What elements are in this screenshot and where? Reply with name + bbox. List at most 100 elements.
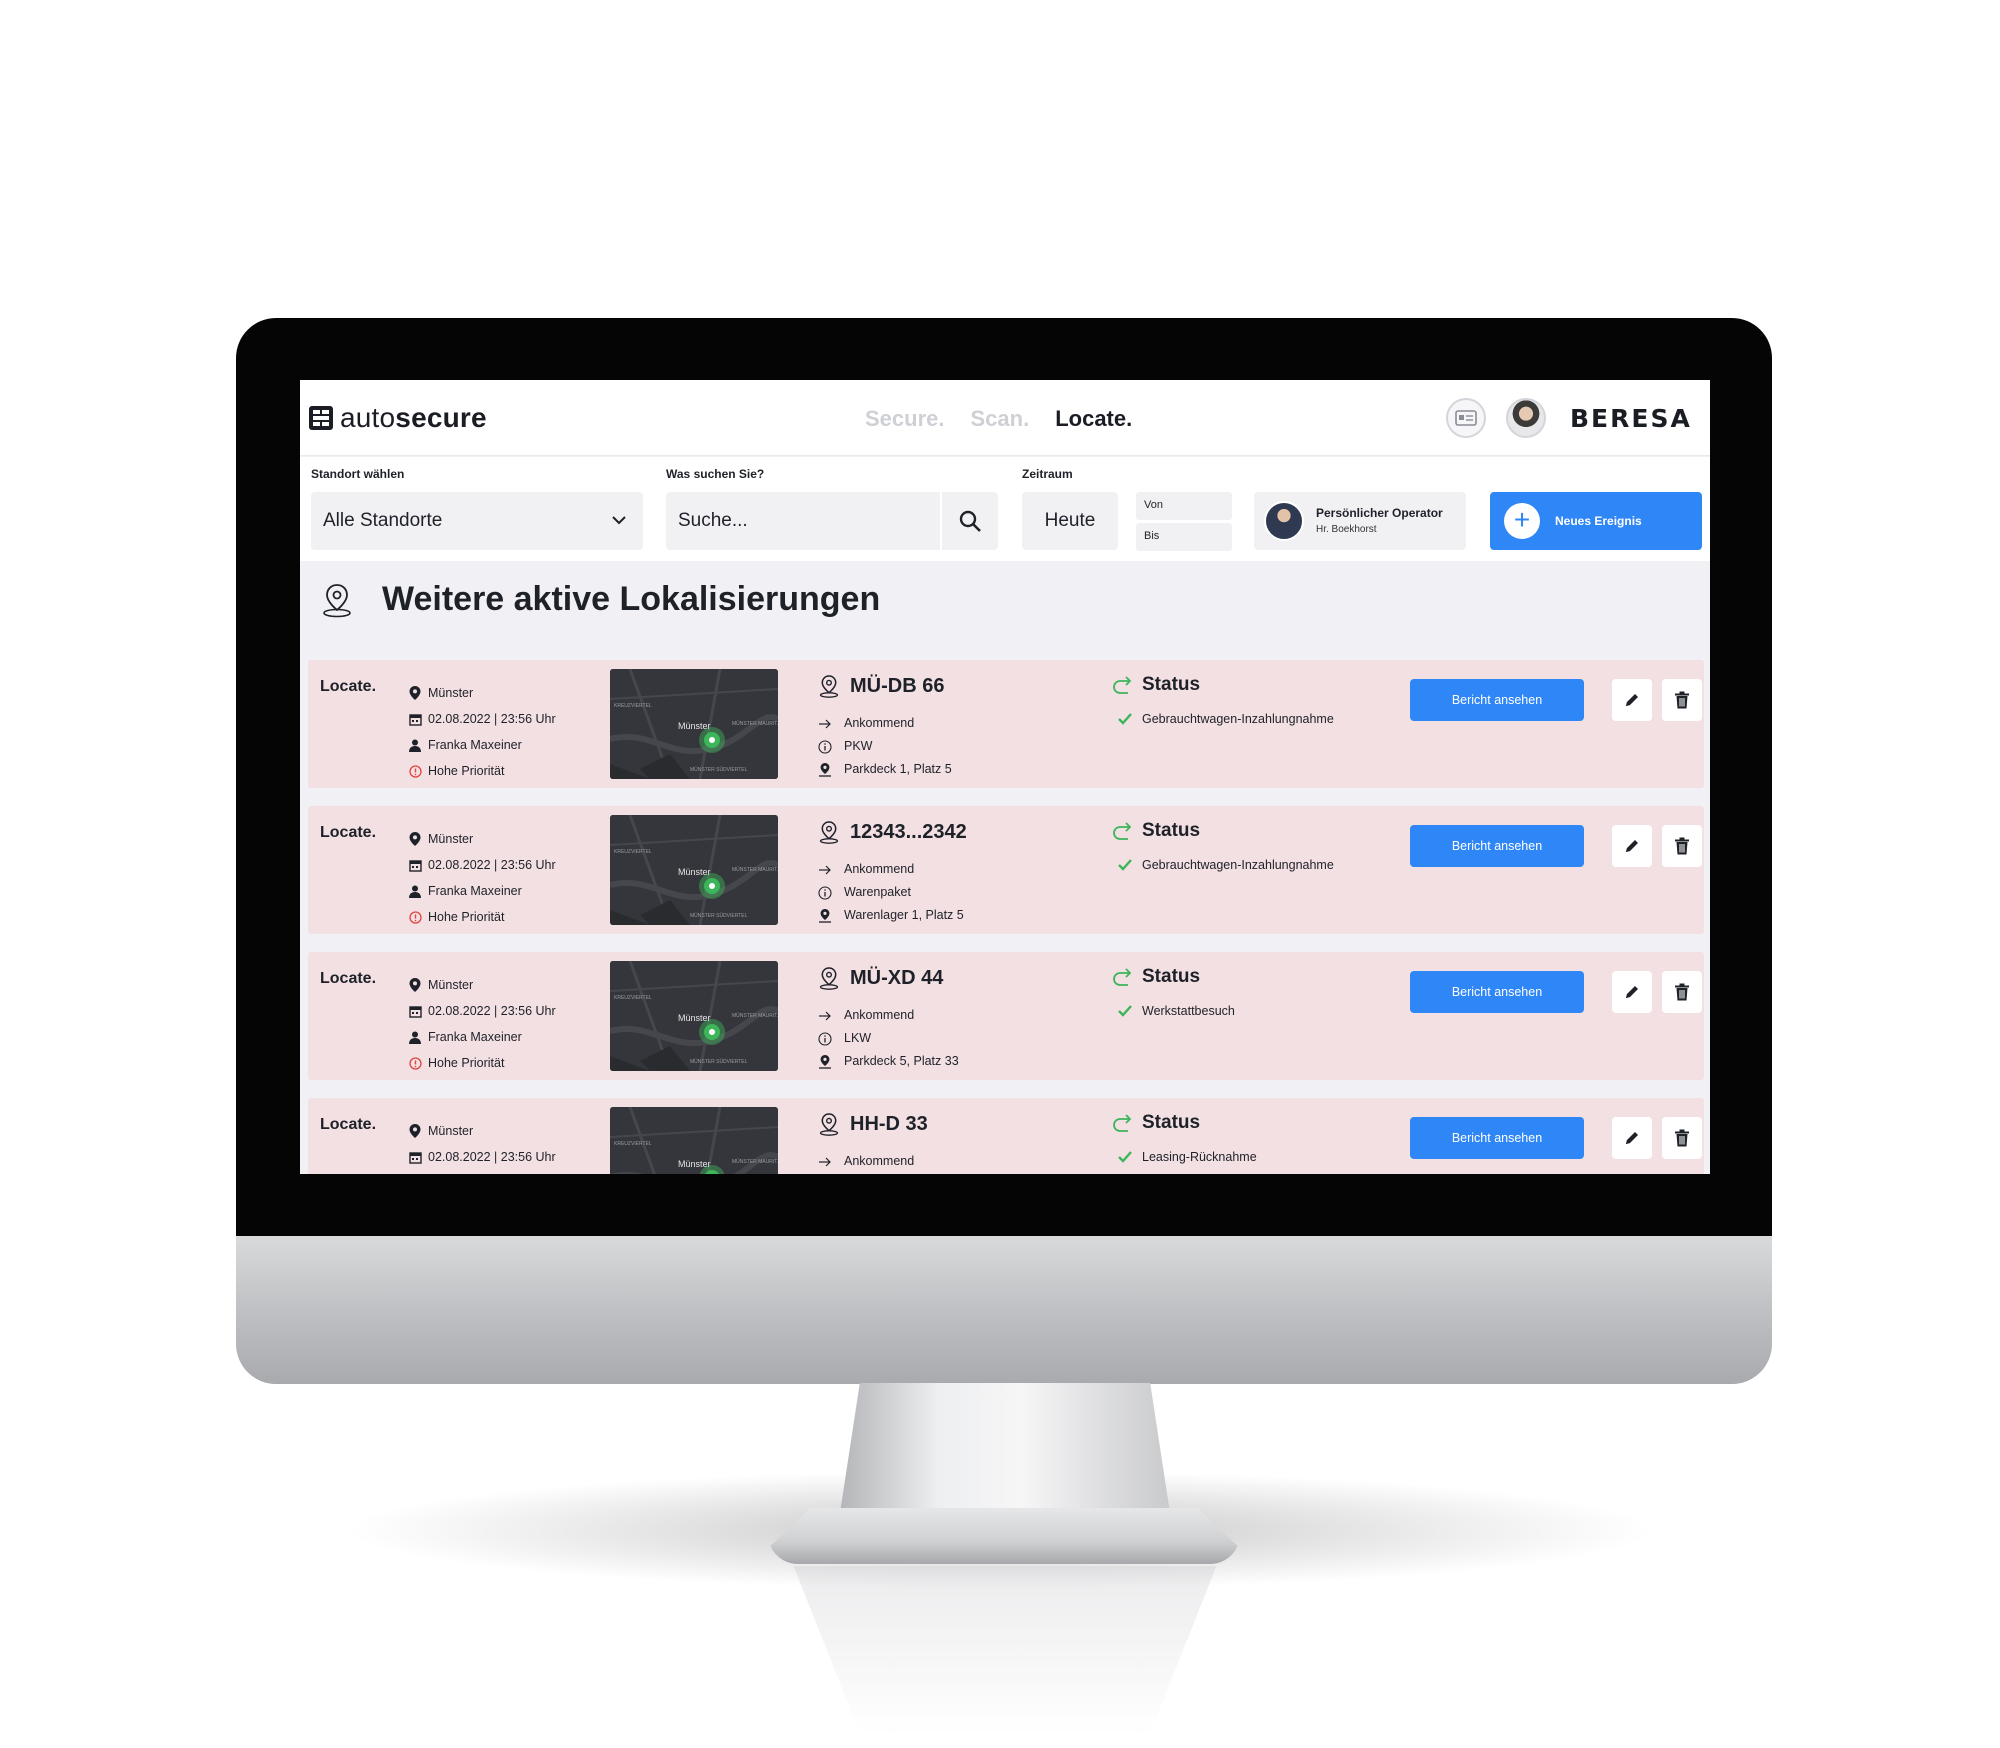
location-pin-icon: [819, 967, 839, 990]
map-label: Münster: [678, 1159, 711, 1169]
card-datetime: 02.08.2022 | 23:56 Uhr: [428, 1004, 556, 1018]
logo-mark-icon: [309, 406, 333, 430]
view-report-button[interactable]: Bericht ansehen: [1410, 1117, 1584, 1159]
card-city: Münster: [428, 978, 474, 992]
location-pin-icon: [819, 675, 839, 698]
card-status: Leasing-Rücknahme: [1118, 1150, 1257, 1164]
svg-text:MÜNSTER SÜDVIERTEL: MÜNSTER SÜDVIERTEL: [690, 1058, 748, 1065]
card-status: Gebrauchtwagen-Inzahlungnahme: [1118, 858, 1334, 872]
localization-card[interactable]: Locate. Münster 02.08.2022 | 23:56 Uhr F…: [308, 952, 1704, 1080]
meta-city: Münster: [408, 680, 556, 706]
card-city: Münster: [428, 1124, 474, 1138]
delete-button[interactable]: [1662, 1117, 1702, 1159]
app-logo[interactable]: autosecure: [308, 402, 487, 434]
user-avatar-icon[interactable]: [1506, 398, 1546, 438]
main-nav: Secure. Scan. Locate.: [865, 406, 1132, 432]
search-field[interactable]: Suche...: [666, 492, 998, 550]
delete-button[interactable]: [1662, 971, 1702, 1013]
check-icon: [1118, 1005, 1132, 1017]
card-status-value: Leasing-Rücknahme: [1142, 1150, 1257, 1164]
calendar-icon: [408, 1150, 422, 1164]
edit-button[interactable]: [1612, 679, 1652, 721]
localization-card[interactable]: Locate. Münster 02.08.2022 | 23:56 Uhr F…: [308, 1098, 1704, 1174]
map-thumbnail[interactable]: KREUZVIERTEL MÜNSTER MAURITZ MÜNSTER SÜD…: [610, 669, 778, 779]
edit-button[interactable]: [1612, 825, 1652, 867]
operator-card[interactable]: Persönlicher Operator Hr. Boekhorst: [1254, 492, 1466, 550]
chevron-down-icon: [612, 516, 626, 525]
card-details: Ankommend: [818, 1150, 914, 1174]
meta-priority: Hohe Priorität: [408, 904, 556, 930]
detail-spot: Parkdeck 5, Platz 33: [818, 1050, 959, 1073]
map-thumbnail[interactable]: KREUZVIERTEL MÜNSTER MAURITZ MÜNSTER SÜD…: [610, 961, 778, 1071]
new-event-button[interactable]: + Neues Ereignis: [1490, 492, 1702, 550]
card-plate-row: MÜ-DB 66: [818, 674, 944, 698]
map-label: Münster: [678, 1013, 711, 1023]
delete-button[interactable]: [1662, 679, 1702, 721]
meta-datetime: 02.08.2022 | 23:56 Uhr: [408, 706, 556, 732]
meta-person: Franka Maxeiner: [408, 878, 556, 904]
card-status-value: Gebrauchtwagen-Inzahlungnahme: [1142, 858, 1334, 872]
search-input[interactable]: Suche...: [666, 510, 748, 532]
trash-icon: [1675, 1129, 1689, 1147]
delete-button[interactable]: [1662, 825, 1702, 867]
tab-locate[interactable]: Locate.: [1055, 406, 1132, 432]
search-button[interactable]: [940, 492, 998, 550]
period-select[interactable]: Heute: [1022, 492, 1118, 550]
section-title: Weitere aktive Lokalisierungen: [382, 580, 881, 618]
card-status-label: Status: [1142, 1112, 1201, 1133]
date-to-field[interactable]: Bis: [1136, 523, 1232, 551]
svg-text:KREUZVIERTEL: KREUZVIERTEL: [614, 703, 652, 709]
logo-text: autosecure: [340, 402, 487, 433]
card-spot: Parkdeck 1, Platz 5: [844, 762, 952, 776]
card-meta: Münster 02.08.2022 | 23:56 Uhr Franka Ma…: [408, 972, 556, 1076]
localization-card[interactable]: Locate. Münster 02.08.2022 | 23:56 Uhr F…: [308, 806, 1704, 934]
calendar-icon: [408, 858, 422, 872]
meta-city: Münster: [408, 826, 556, 852]
localization-card[interactable]: Locate. Münster 02.08.2022 | 23:56 Uhr F…: [308, 660, 1704, 788]
arrow-right-icon: [819, 719, 831, 728]
card-direction: Ankommend: [844, 1008, 915, 1022]
pencil-icon: [1626, 986, 1638, 998]
view-report-button[interactable]: Bericht ansehen: [1410, 825, 1584, 867]
period-value: Heute: [1044, 510, 1096, 531]
trash-icon: [1675, 691, 1689, 709]
plus-icon: +: [1504, 503, 1540, 539]
date-from-field[interactable]: Von: [1136, 492, 1232, 520]
svg-text:MÜNSTER MAURITZ: MÜNSTER MAURITZ: [732, 1012, 778, 1019]
card-brand: Locate.: [320, 678, 377, 695]
period-label: Zeitraum: [1022, 467, 1073, 481]
filter-bar: Standort wählen Alle Standorte Was suche…: [300, 457, 1710, 561]
svg-text:MÜNSTER MAURITZ: MÜNSTER MAURITZ: [732, 720, 778, 727]
id-card-button[interactable]: [1446, 398, 1486, 438]
detail-type: LKW: [818, 1027, 959, 1050]
trash-icon: [1675, 983, 1689, 1001]
card-plate: MÜ-XD 44: [850, 966, 944, 989]
map-thumbnail[interactable]: KREUZVIERTEL MÜNSTER MAURITZ MÜNSTER SÜD…: [610, 815, 778, 925]
meta-person: Franka Maxeiner: [408, 732, 556, 758]
map-pin-icon: [408, 1124, 422, 1138]
tab-scan[interactable]: Scan.: [971, 406, 1030, 432]
card-status-header: Status: [1112, 966, 1200, 988]
card-plate-row: MÜ-XD 44: [818, 966, 943, 990]
edit-button[interactable]: [1612, 971, 1652, 1013]
detail-direction: Ankommend: [818, 858, 964, 881]
map-label: Münster: [678, 867, 711, 877]
tab-secure[interactable]: Secure.: [865, 406, 945, 432]
meta-datetime: 02.08.2022 | 23:56 Uhr: [408, 1144, 556, 1170]
card-meta: Münster 02.08.2022 | 23:56 Uhr Franka Ma…: [408, 826, 556, 930]
map-thumbnail[interactable]: KREUZVIERTEL MÜNSTER MAURITZ MÜNSTER SÜD…: [610, 1107, 778, 1174]
stand-reflection: [793, 1566, 1217, 1736]
edit-button[interactable]: [1612, 1117, 1652, 1159]
detail-type: PKW: [818, 735, 952, 758]
location-select[interactable]: Alle Standorte: [311, 492, 643, 550]
arrow-right-icon: [819, 1157, 831, 1166]
detail-type: Warenpaket: [818, 881, 964, 904]
search-icon: [959, 510, 981, 532]
search-label: Was suchen Sie?: [666, 467, 765, 481]
card-priority: Hohe Priorität: [428, 1056, 505, 1070]
view-report-button[interactable]: Bericht ansehen: [1410, 971, 1584, 1013]
map-pin-icon: [408, 686, 422, 700]
view-report-button[interactable]: Bericht ansehen: [1410, 679, 1584, 721]
new-event-label: Neues Ereignis: [1555, 514, 1642, 528]
card-details: Ankommend LKW Parkdeck 5, Platz 33: [818, 1004, 959, 1073]
